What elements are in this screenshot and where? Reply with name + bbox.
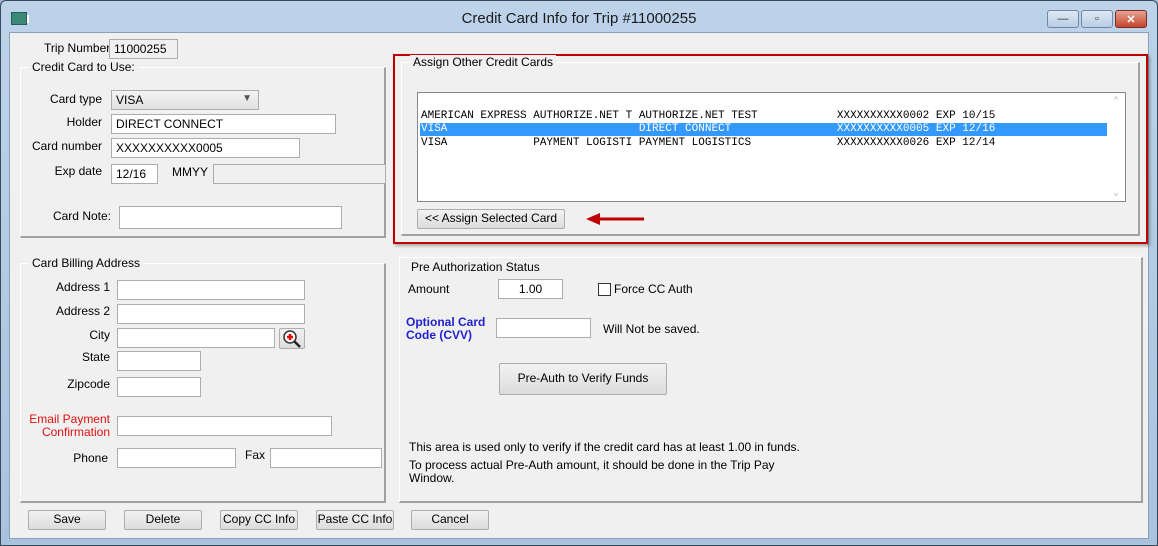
force-cc-auth-label: Force CC Auth [614,282,693,296]
trip-number-label: Trip Number [44,41,111,55]
card-type-value: VISA [116,93,144,107]
email-label-line2: Confirmation [41,425,110,439]
card-number-field[interactable]: XXXXXXXXXX0005 [111,138,300,158]
state-field[interactable] [117,351,201,371]
list-item-selected[interactable]: VISA DIRECT CONNECT XXXXXXXXXX0005 EXP 1… [420,123,1107,136]
copy-cc-info-button[interactable]: Copy CC Info [220,510,298,530]
email-confirmation-field[interactable] [117,416,332,436]
minimize-button[interactable]: — [1047,10,1079,28]
delete-button[interactable]: Delete [124,510,202,530]
credit-card-list[interactable]: AMERICAN EXPRESS AUTHORIZE.NET T AUTHORI… [417,92,1126,202]
address1-field[interactable] [117,280,305,300]
credit-card-group-label: Credit Card to Use: [29,60,138,74]
card-number-label: Card number [31,139,102,153]
state-label: State [81,350,110,364]
fax-field[interactable] [270,448,382,468]
zipcode-field[interactable] [117,377,201,397]
card-note-label: Card Note: [52,209,111,223]
address2-field[interactable] [117,304,305,324]
cvv-field[interactable] [496,318,591,338]
exp-extra-field [213,164,386,184]
cvv-note: Will Not be saved. [603,322,700,336]
close-button[interactable]: ✕ [1115,10,1147,28]
exp-date-field[interactable]: 12/16 [111,164,158,184]
exp-date-label: Exp date [54,164,102,178]
preauth-info-line3: Window. [409,471,455,485]
close-icon: ✕ [1126,13,1136,26]
city-field[interactable] [117,328,275,348]
preauth-verify-funds-button[interactable]: Pre-Auth to Verify Funds [499,363,667,395]
dialog-body: Trip Number 11000255 Credit Card to Use:… [9,32,1149,539]
address1-label: Address 1 [55,280,110,294]
phone-label: Phone [73,451,108,465]
chevron-down-icon: ▼ [242,93,252,104]
cancel-button[interactable]: Cancel [411,510,489,530]
phone-field[interactable] [117,448,236,468]
exp-format-label: MMYY [172,165,208,179]
trip-number-field: 11000255 [109,39,178,59]
card-note-field[interactable] [119,206,342,229]
credit-card-group: Credit Card to Use: Card type VISA ▼ Hol… [20,60,386,238]
maximize-icon: ▫ [1095,13,1099,25]
paste-cc-info-button[interactable]: Paste CC Info [316,510,394,530]
holder-field[interactable]: DIRECT CONNECT [111,114,336,134]
fax-label: Fax [245,448,266,462]
preauth-group: Pre Authorization Status Amount 1.00 For… [399,257,1143,503]
amount-field[interactable]: 1.00 [498,279,563,299]
minimize-icon: — [1057,13,1069,25]
card-type-select[interactable]: VISA ▼ [111,90,259,110]
credit-card-info-window: Credit Card Info for Trip #11000255 — ▫ … [0,0,1158,546]
cvv-label: Optional Card Code (CVV) [406,316,485,342]
billing-address-group: Card Billing Address Address 1 Address 2… [20,256,386,503]
address2-label: Address 2 [55,304,110,318]
assign-selected-card-button[interactable]: << Assign Selected Card [417,209,565,229]
save-button[interactable]: Save [28,510,106,530]
assign-cards-group: Assign Other Credit Cards AMERICAN EXPRE… [401,55,1140,236]
list-item[interactable]: AMERICAN EXPRESS AUTHORIZE.NET T AUTHORI… [420,110,1107,123]
email-confirmation-label: Email Payment Confirmation [21,413,110,439]
title-bar: Credit Card Info for Trip #11000255 — ▫ … [1,1,1157,35]
city-label: City [89,328,110,342]
amount-label: Amount [408,282,450,296]
scroll-up-icon[interactable]: ⌃ [1109,96,1123,106]
zoom-in-magnifier-icon [283,330,301,348]
city-lookup-button[interactable] [279,328,305,349]
holder-label: Holder [66,115,102,129]
preauth-info-line2: To process actual Pre-Auth amount, it sh… [409,458,775,472]
billing-group-label: Card Billing Address [29,256,144,270]
preauth-info-line1: This area is used only to verify if the … [409,440,800,454]
maximize-button[interactable]: ▫ [1081,10,1113,28]
force-cc-auth-checkbox[interactable] [598,283,611,296]
cvv-label-line2: Code (CVV) [406,328,472,342]
preauth-group-label: Pre Authorization Status [408,260,543,274]
zipcode-label: Zipcode [67,377,110,391]
assign-cards-group-label: Assign Other Credit Cards [410,55,557,69]
arrow-left-icon [586,213,644,225]
list-item[interactable]: VISA PAYMENT LOGISTI PAYMENT LOGISTICS X… [420,137,1107,150]
window-title: Credit Card Info for Trip #11000255 [461,10,697,27]
scroll-down-icon[interactable]: ⌄ [1109,188,1123,198]
card-type-label: Card type [49,92,102,106]
